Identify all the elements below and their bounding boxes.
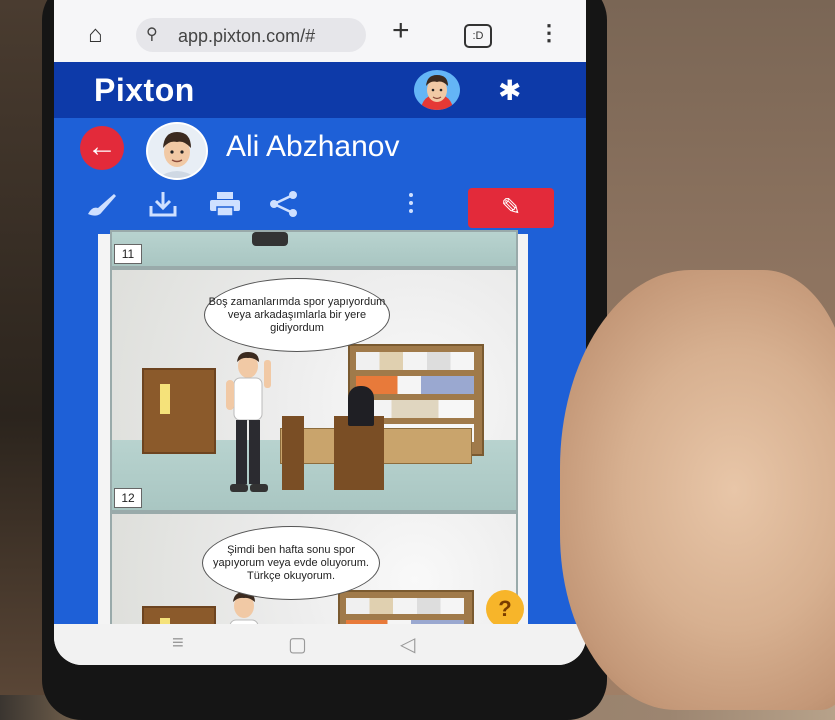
door (142, 368, 216, 454)
avatar[interactable] (414, 70, 460, 110)
home-nav-icon[interactable]: ▢ (288, 632, 307, 657)
share-icon[interactable] (268, 190, 300, 225)
home-icon[interactable]: ⌂ (88, 22, 114, 48)
speech-bubble: Şimdi ben hafta sonu spor yapıyorum veya… (202, 526, 380, 600)
comic-panel-13: Şimdi ben hafta sonu spor yapıyorum veya… (110, 512, 518, 636)
comic-toolbar: ✎ (54, 182, 586, 234)
character-standing (220, 350, 280, 498)
browser-menu-icon[interactable]: ⋮ (538, 20, 560, 46)
tab-switcher-button[interactable]: :D (464, 24, 492, 48)
android-navbar: ≡ ▢ ◁ (54, 624, 586, 665)
seated-character (348, 386, 374, 426)
app-header: Pixton ✱ (54, 62, 586, 118)
user-row: ← Ali Abzhanov (54, 118, 586, 182)
comic-panel-11: 11 (110, 230, 518, 268)
comic-page[interactable]: 11 Boş zamanlarımda spor yapıyordum veya… (98, 230, 528, 636)
chair (282, 416, 304, 490)
edit-button[interactable]: ✎ (468, 188, 554, 228)
back-arrow-icon[interactable]: ← (80, 126, 124, 170)
brush-icon[interactable] (84, 190, 118, 225)
character-feet (252, 232, 288, 246)
comic-panel-12: Boş zamanlarımda spor yapıyordum veya ar… (110, 268, 518, 512)
new-tab-button[interactable]: + (392, 14, 410, 48)
download-icon[interactable] (148, 190, 178, 225)
address-bar[interactable]: ⚲ app.pixton.com/# (136, 18, 366, 52)
panel-number: 12 (114, 488, 142, 508)
print-icon[interactable] (208, 190, 242, 225)
comic-viewer: 11 Boş zamanlarımda spor yapıyordum veya… (54, 230, 586, 636)
hand (560, 270, 835, 710)
pixton-logo[interactable]: Pixton (94, 72, 195, 109)
help-button[interactable]: ? (486, 590, 524, 628)
panel-number: 11 (114, 244, 142, 264)
back-nav-icon[interactable]: ◁ (400, 632, 415, 657)
speech-bubble: Boş zamanlarımda spor yapıyordum veya ar… (204, 278, 390, 352)
settings-gear-icon[interactable]: ✱ (498, 74, 521, 107)
site-settings-icon[interactable]: ⚲ (146, 24, 158, 44)
recent-apps-icon[interactable]: ≡ (172, 632, 184, 655)
more-options-icon[interactable] (406, 188, 416, 225)
phone-screen: ⌂ ⚲ app.pixton.com/# + :D ⋮ Pixton ✱ ← A… (54, 0, 586, 665)
user-name: Ali Abzhanov (226, 130, 400, 163)
url-text[interactable]: app.pixton.com/# (178, 26, 315, 47)
browser-toolbar: ⌂ ⚲ app.pixton.com/# + :D ⋮ (54, 0, 586, 62)
chair (334, 416, 384, 490)
user-avatar[interactable] (146, 122, 208, 180)
